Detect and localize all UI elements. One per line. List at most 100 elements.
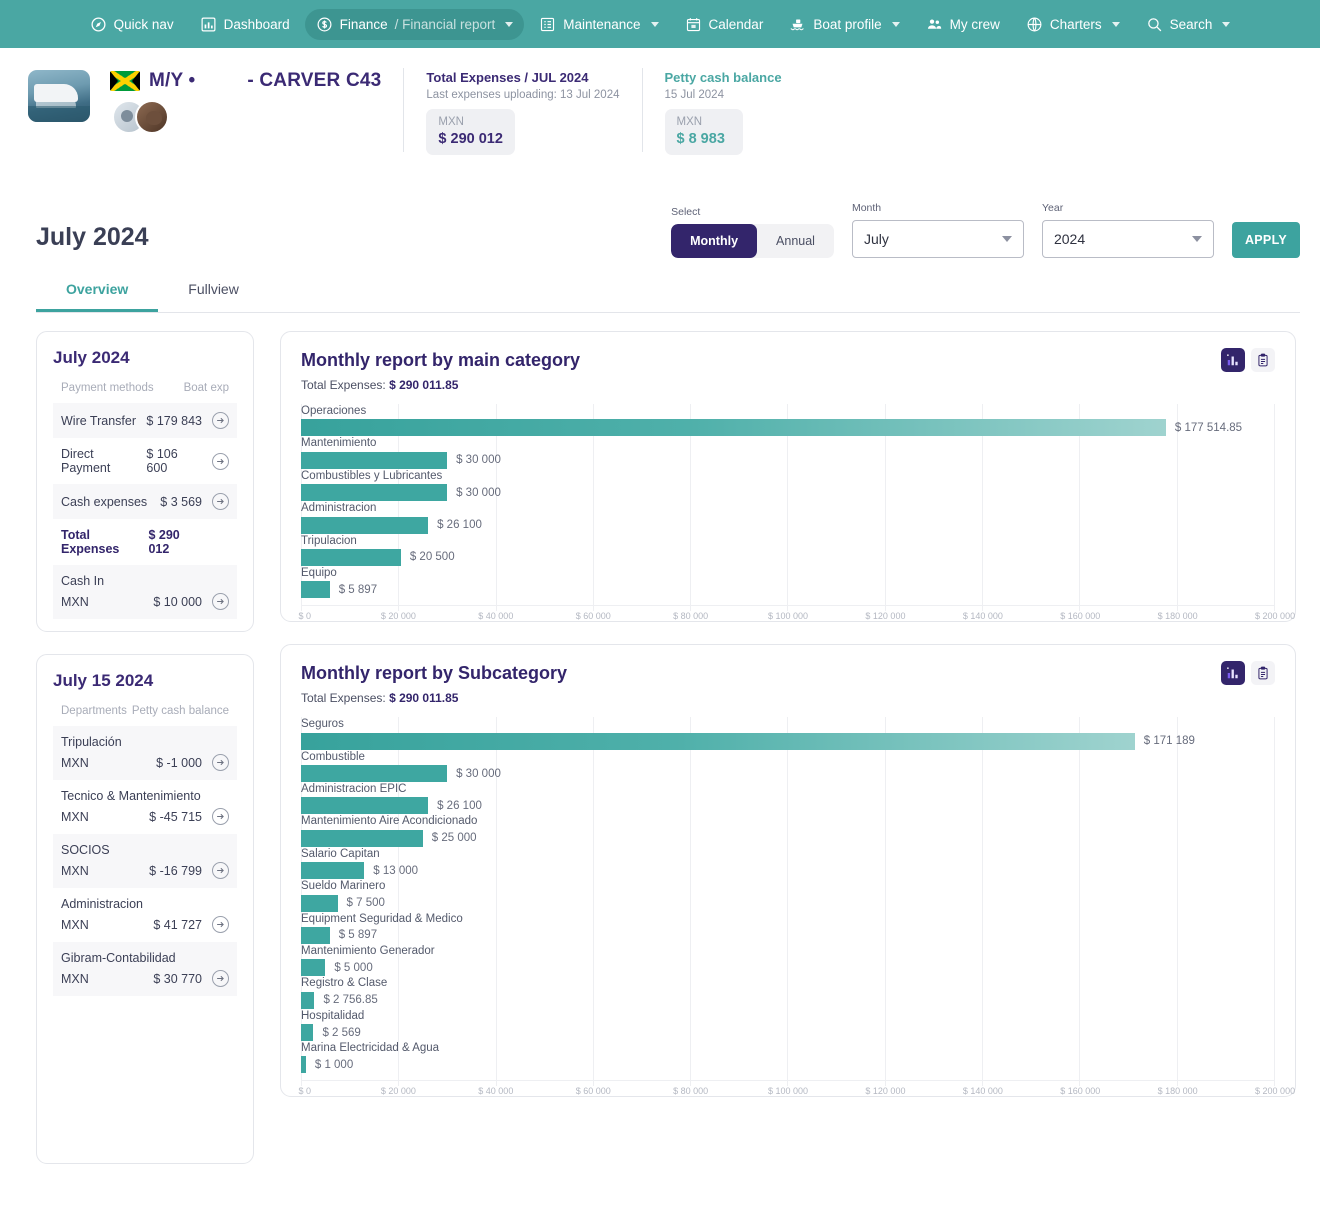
bar[interactable]: [301, 1056, 306, 1074]
bar-line: $ 1 000: [301, 1056, 1275, 1074]
globe-icon: [1026, 16, 1043, 33]
cash-in-value: $ 10 000: [153, 594, 202, 609]
bar-chart-icon[interactable]: [1221, 348, 1245, 372]
bar[interactable]: [301, 765, 448, 782]
month-select-value: July: [863, 231, 889, 247]
department-name: Administracion: [61, 897, 143, 911]
nav-item-charters[interactable]: Charters: [1015, 9, 1131, 40]
tab-fullview[interactable]: Fullview: [158, 270, 269, 312]
year-group: Year 2024: [1041, 202, 1214, 258]
bar[interactable]: [301, 797, 429, 815]
nav-label: Calendar: [708, 16, 764, 32]
bar-label: Marina Electricidad & Agua: [301, 1042, 440, 1054]
bar[interactable]: [301, 959, 326, 977]
chevron-down-icon[interactable]: [891, 21, 900, 27]
nav-item-finance[interactable]: Finance / Financial report: [304, 8, 525, 40]
clipboard-icon[interactable]: [1251, 661, 1275, 686]
annual-toggle-button[interactable]: Annual: [757, 224, 834, 258]
period-toggle[interactable]: Monthly Annual: [671, 224, 834, 258]
department-name: Tecnico & Mantenimiento: [61, 789, 201, 803]
table-row: Direct Payment $ 106 600: [53, 438, 237, 484]
nav-item-boat-profile[interactable]: Boat profile: [778, 9, 910, 40]
nav-item-maintenance[interactable]: Maintenance: [528, 9, 669, 40]
arrow-right-icon[interactable]: [212, 412, 229, 429]
crew-avatar-group[interactable]: [112, 100, 381, 134]
bar[interactable]: [301, 451, 448, 469]
bar[interactable]: [301, 581, 330, 599]
bar[interactable]: [301, 548, 401, 566]
arrow-right-icon[interactable]: [212, 754, 229, 771]
month-select[interactable]: July: [851, 220, 1024, 258]
bar-line: $ 5 897: [301, 581, 1275, 599]
column-header-boat-exp: Boat exp: [183, 382, 229, 394]
bar-label: Operaciones: [301, 405, 367, 417]
avatar[interactable]: [135, 100, 169, 134]
arrow-right-icon[interactable]: [212, 493, 229, 510]
bar[interactable]: [301, 419, 1166, 437]
row-label: Direct Payment: [61, 447, 111, 475]
arrow-right-icon[interactable]: [212, 970, 229, 987]
monthly-toggle-button[interactable]: Monthly: [671, 224, 758, 258]
bar[interactable]: [301, 862, 365, 880]
bar-label: Mantenimiento Aire Acondicionado: [301, 815, 478, 828]
chevron-down-icon[interactable]: [650, 21, 659, 27]
bar-group: Combustibles y Lubricantes $ 30 000: [301, 469, 1275, 502]
boat-title-row: M/Y • - CARVER C43: [110, 70, 381, 92]
bar[interactable]: [301, 829, 423, 847]
bar[interactable]: [301, 732, 1135, 750]
kpi-petty-cash-balance: Petty cash balance 15 Jul 2024 MXN $ 8 9…: [643, 62, 782, 155]
chevron-down-icon[interactable]: [1111, 21, 1120, 27]
jamaica-flag-icon: [110, 71, 140, 91]
kpi-currency: MXN: [676, 116, 703, 128]
row-value: $ 290 012: [148, 528, 180, 556]
bar-value: $ 20 500: [409, 551, 455, 564]
nav-item-quick-nav[interactable]: Quick nav: [79, 9, 185, 40]
kpi-value-box: MXN $ 8 983: [664, 109, 743, 155]
year-select[interactable]: 2024: [1041, 220, 1214, 258]
nav-item-search[interactable]: Search: [1135, 9, 1242, 40]
tab-overview[interactable]: Overview: [36, 270, 159, 312]
bar[interactable]: [301, 926, 330, 944]
period-type-group: Select Monthly Annual: [671, 206, 834, 258]
chevron-down-icon[interactable]: [1222, 21, 1231, 27]
arrow-right-icon[interactable]: [212, 808, 229, 825]
chevron-down-icon: [1191, 236, 1202, 242]
bar[interactable]: [301, 894, 338, 912]
arrow-right-icon[interactable]: [212, 916, 229, 933]
arrow-right-icon[interactable]: [212, 452, 229, 470]
nav-item-calendar[interactable]: Calendar: [674, 9, 775, 40]
bar-group: Operaciones $ 177 514.85: [301, 404, 1275, 437]
card-title: July 15 2024: [53, 671, 154, 690]
nav-item-my-crew[interactable]: My crew: [915, 9, 1011, 40]
chart-plot-area: Operaciones $ 177 514.85 Mantenimiento $…: [298, 404, 1295, 621]
clipboard-icon[interactable]: [1251, 348, 1275, 372]
bar[interactable]: [301, 1024, 314, 1041]
cash-in-row: MXN $ 10 000: [53, 590, 237, 619]
top-navigation-bar: Quick nav Dashboard Finance / Financial …: [0, 0, 1320, 48]
bar-value: $ 30 000: [456, 767, 501, 780]
bar[interactable]: [301, 516, 429, 534]
crew-icon: [926, 16, 943, 33]
apply-button[interactable]: APPLY: [1231, 222, 1300, 258]
bar-chart-icon[interactable]: [1221, 661, 1245, 686]
nav-item-dashboard[interactable]: Dashboard: [189, 9, 301, 40]
dashboard-icon: [200, 16, 217, 33]
bar-line: $ 171 189: [301, 732, 1275, 750]
arrow-right-icon[interactable]: [212, 593, 229, 610]
boat-name: M/Y • - CARVER C43: [149, 70, 382, 91]
left-column: July 2024 Payment methods Boat exp Wire …: [36, 331, 254, 1186]
bar[interactable]: [301, 484, 448, 502]
chevron-down-icon[interactable]: [505, 21, 514, 27]
kpi-total-expenses: Total Expenses / JUL 2024 Last expenses …: [404, 62, 620, 155]
bar[interactable]: [301, 991, 315, 1009]
bar-label: Mantenimiento: [301, 437, 377, 450]
column-header-departments: Departments: [61, 705, 127, 717]
arrow-right-icon[interactable]: [212, 862, 229, 879]
currency-label: MXN: [61, 594, 89, 609]
department-value: $ -45 715: [149, 809, 202, 824]
boat-thumbnail-image[interactable]: [28, 70, 90, 122]
kpi-subtitle: Last expenses uploading: 13 Jul 2024: [426, 89, 620, 101]
bar-value: $ 5 897: [338, 583, 378, 596]
bar-label: Combustible: [301, 750, 365, 763]
view-tabs: Overview Fullview: [36, 270, 1300, 313]
